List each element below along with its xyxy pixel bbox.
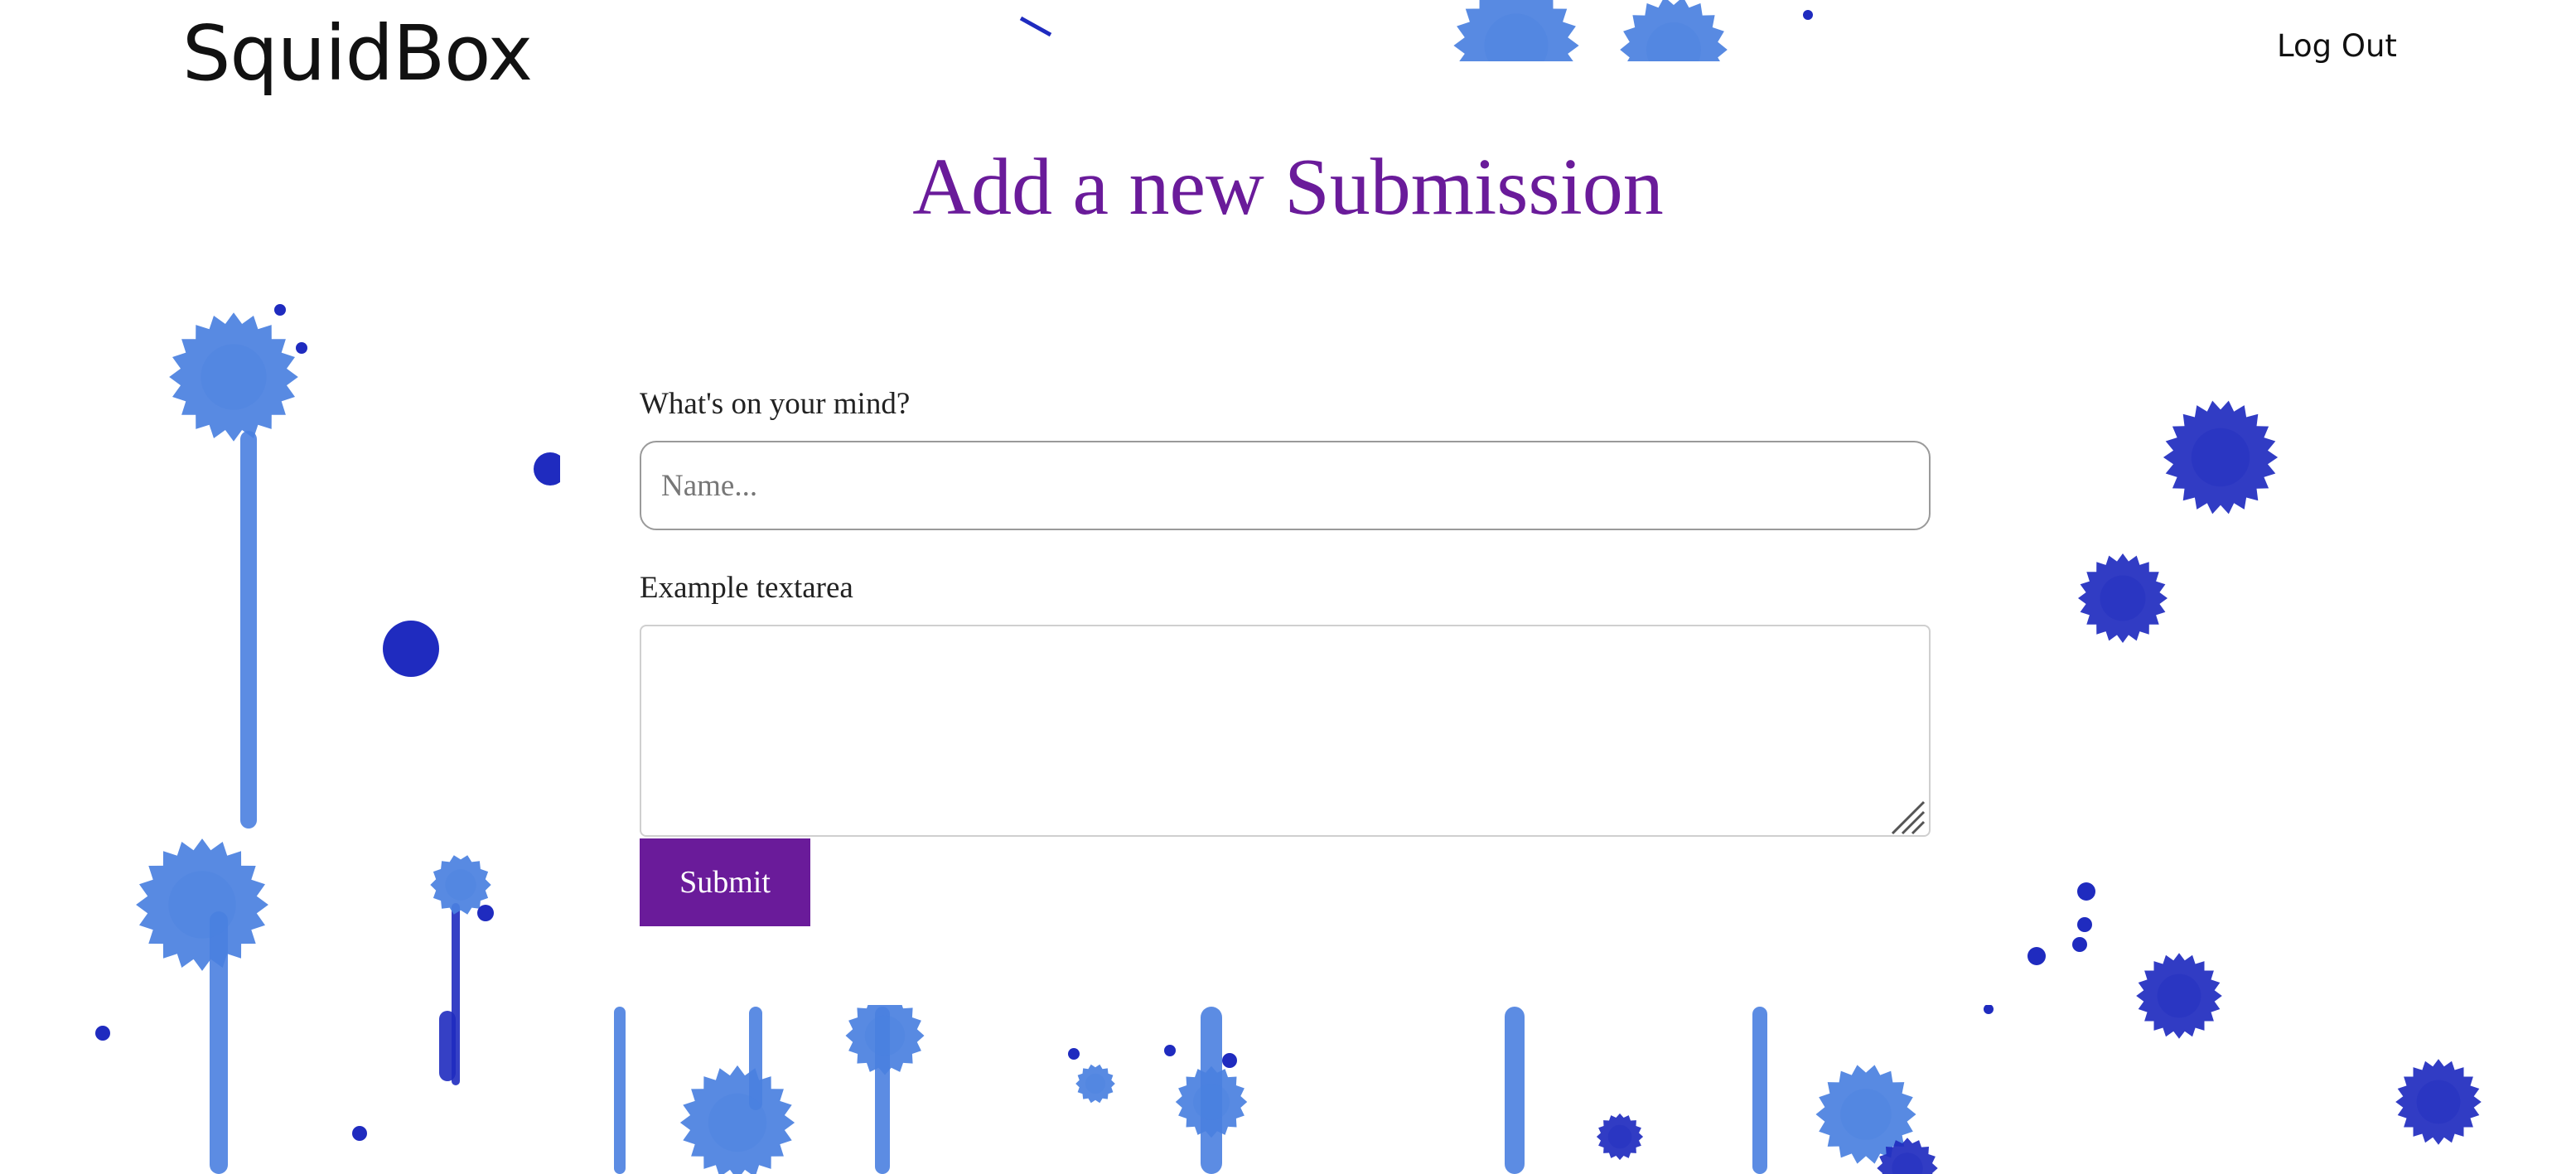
- name-field-label: What's on your mind?: [640, 387, 911, 421]
- submit-button[interactable]: Submit: [640, 838, 810, 926]
- example-textarea[interactable]: [640, 625, 1931, 837]
- page-title: Add a new Submission: [912, 143, 1664, 232]
- submission-form: What's on your mind? Example textarea Su…: [560, 336, 1992, 1005]
- name-input[interactable]: [640, 441, 1931, 530]
- textarea-label: Example textarea: [640, 571, 853, 605]
- logout-link[interactable]: Log Out: [2277, 28, 2397, 64]
- resize-grip-icon[interactable]: [1889, 799, 1926, 835]
- brand-logo[interactable]: SquidBox: [182, 12, 533, 95]
